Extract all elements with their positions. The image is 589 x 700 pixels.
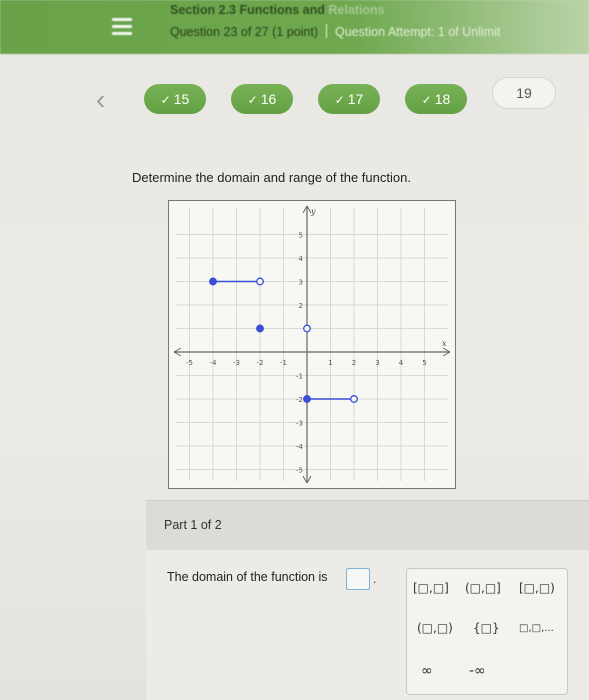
question-pill-19[interactable]: 19: [492, 77, 556, 109]
question-pill-label: 17: [347, 91, 364, 107]
open-endpoint: [256, 277, 264, 286]
check-icon: ✓: [247, 93, 258, 107]
right-open-interval-button[interactable]: [□,□): [519, 581, 555, 595]
check-icon: ✓: [334, 93, 345, 107]
y-tick-label: 5: [299, 232, 303, 240]
question-pill-15[interactable]: ✓ 15: [144, 84, 206, 114]
x-tick-label: -4: [210, 359, 218, 367]
closed-endpoint: [209, 277, 217, 286]
x-tick-label: 3: [375, 359, 379, 367]
question-pill-16[interactable]: ✓ 16: [231, 84, 293, 114]
part-header: Part 1 of 2: [146, 500, 589, 551]
open-endpoint: [350, 395, 358, 403]
open-interval-button[interactable]: (□,□): [417, 621, 453, 635]
set-braces-button[interactable]: {□}: [473, 621, 500, 635]
y-tick-label: -5: [296, 467, 303, 475]
domain-answer-input[interactable]: [346, 568, 370, 590]
answer-area: The domain of the function is . [□,□] (□…: [146, 550, 589, 700]
x-tick-label: 5: [422, 359, 426, 367]
top-bar: Section 2.3 Functions and Relations Ques…: [0, 0, 589, 54]
y-tick-label: -2: [296, 396, 303, 404]
domain-prompt: The domain of the function is: [167, 570, 328, 584]
y-tick-label: -4: [296, 443, 304, 451]
x-tick-label: -1: [280, 359, 287, 367]
x-tick-label: 2: [352, 359, 356, 367]
prompt-period: .: [373, 572, 377, 586]
left-open-interval-button[interactable]: (□,□]: [465, 581, 501, 595]
question-pill-17[interactable]: ✓ 17: [318, 84, 380, 114]
x-tick-label: 1: [328, 359, 332, 367]
y-axis-label: y: [310, 207, 316, 216]
closed-endpoint: [303, 395, 311, 403]
x-tick-label: -2: [257, 359, 264, 367]
graph-frame: [168, 200, 456, 489]
negative-infinity-button[interactable]: -∞: [469, 663, 486, 679]
section-title-text: Section 2.3 Functions and: [170, 3, 325, 17]
x-tick-label: -3: [233, 359, 240, 367]
question-pill-label: 18: [434, 91, 451, 107]
y-tick-label: 4: [299, 255, 304, 263]
closed-interval-button[interactable]: [□,□]: [413, 581, 449, 595]
graph-svg: x y -5 -4 -3 -2 -1 1 2 3 4 5 5 4 3 2 -1 -2 -3 -4 -5: [168, 200, 456, 489]
y-tick-label: -1: [296, 373, 303, 381]
question-pill-label: 19: [516, 85, 532, 101]
check-icon: ✓: [421, 93, 432, 107]
section-title: Section 2.3 Functions and Relations: [170, 3, 385, 17]
x-axis-label: x: [442, 339, 447, 348]
closed-point: [256, 324, 264, 333]
y-tick-label: -3: [296, 420, 303, 428]
question-instruction: Determine the domain and range of the fu…: [132, 170, 411, 185]
y-tick-label: 2: [299, 302, 303, 310]
infinity-button[interactable]: ∞: [421, 663, 433, 679]
math-palette: [□,□] (□,□] [□,□) (□,□) {□} □,□,... ∞ -∞: [406, 568, 568, 695]
question-pill-label: 16: [260, 91, 277, 107]
question-pill-18[interactable]: ✓ 18: [405, 84, 467, 114]
part-label: Part 1 of 2: [164, 518, 222, 532]
section-title-faded: Relations: [328, 3, 385, 17]
menu-icon[interactable]: [112, 18, 132, 36]
question-label: Question 23 of 27 (1 point): [170, 25, 319, 39]
question-pill-label: 15: [173, 91, 190, 107]
attempt-label: Question Attempt: 1 of Unlimit: [335, 25, 501, 39]
list-button[interactable]: □,□,...: [519, 623, 554, 634]
question-info: Question 23 of 27 (1 point) Question Atte…: [170, 24, 500, 39]
x-tick-label: 4: [399, 359, 404, 367]
x-tick-label: -5: [186, 359, 193, 367]
y-tick-label: 3: [299, 279, 303, 287]
header-divider: [326, 24, 328, 38]
check-icon: ✓: [160, 93, 171, 107]
previous-arrow-icon[interactable]: ‹: [96, 84, 124, 116]
open-point: [303, 324, 311, 333]
function-graph: x y -5 -4 -3 -2 -1 1 2 3 4 5 5 4 3 2 -1 -2 -3 -4 -5: [168, 200, 456, 489]
